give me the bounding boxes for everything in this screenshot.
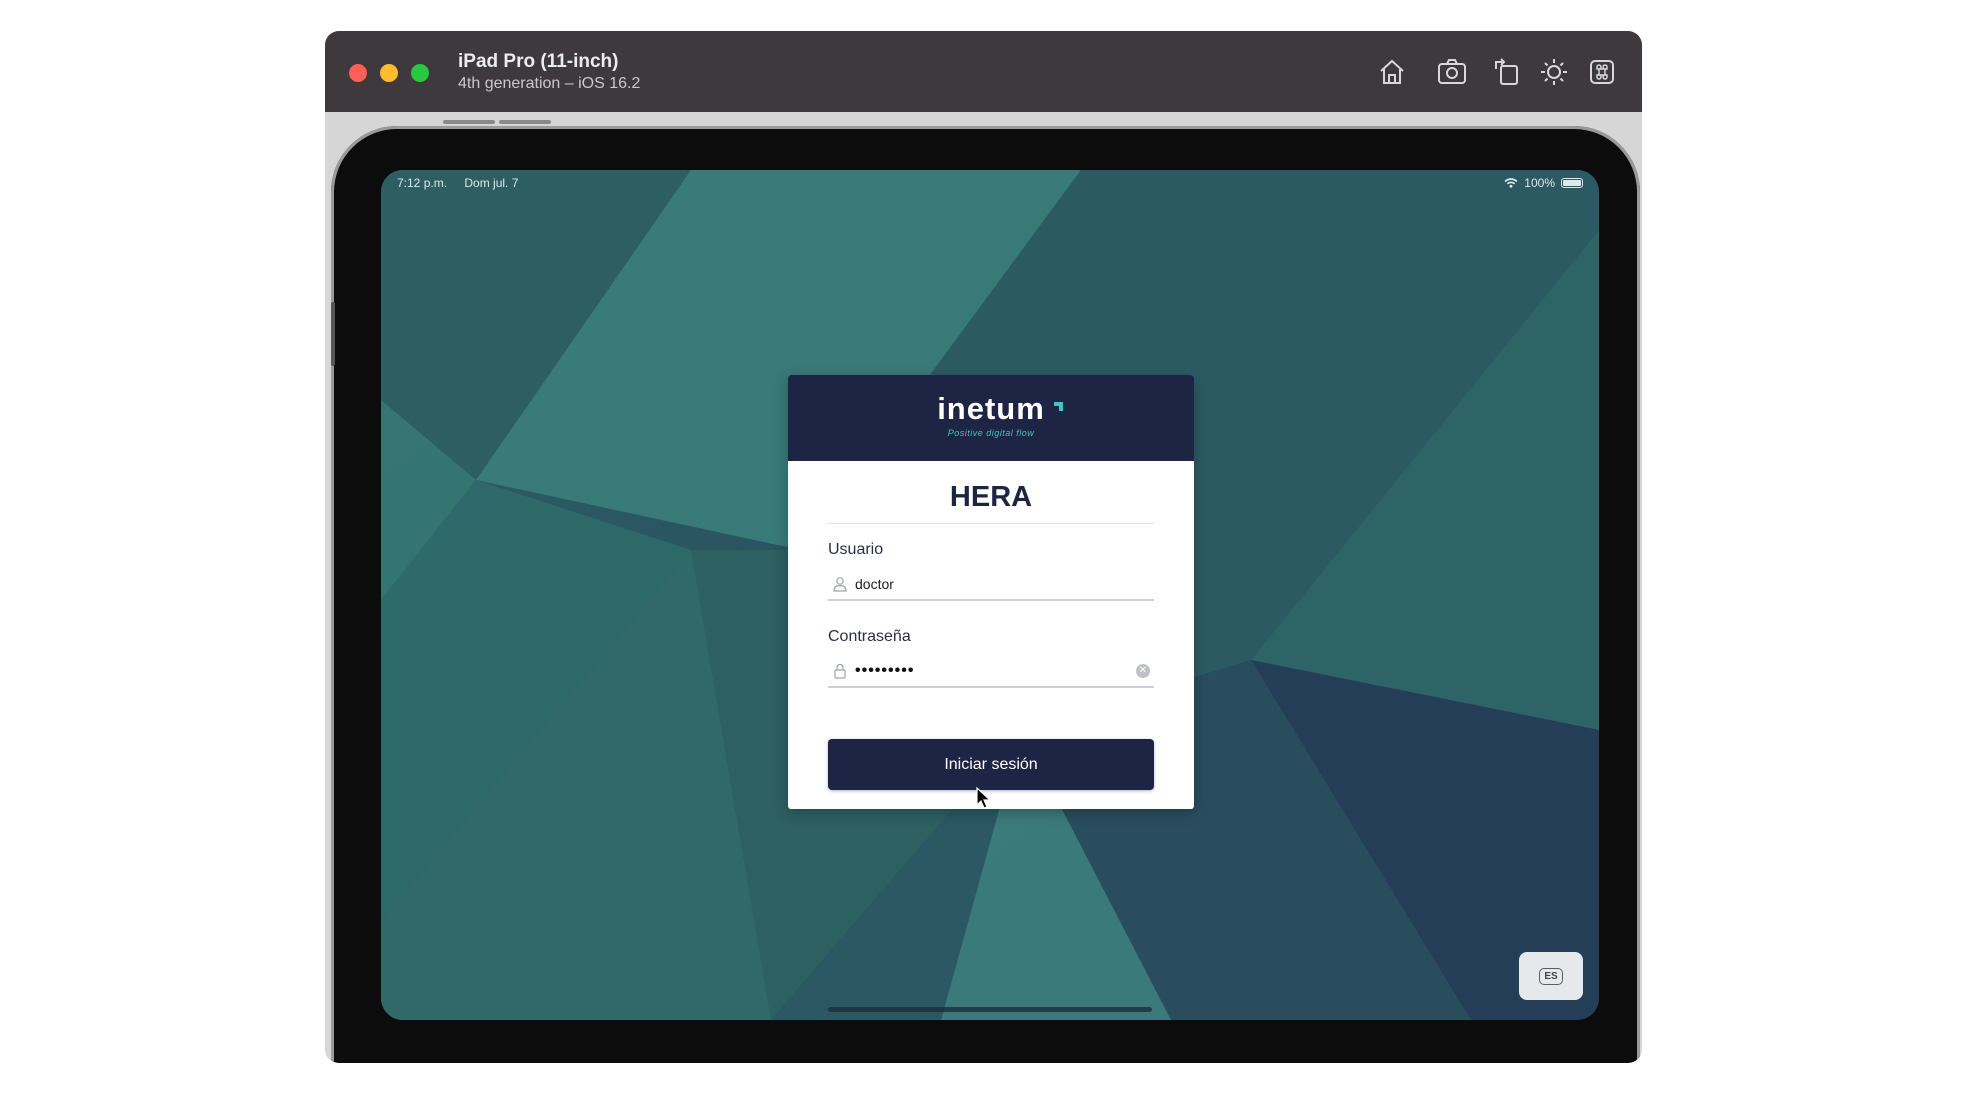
username-label: Usuario bbox=[828, 541, 884, 558]
battery-icon bbox=[1561, 178, 1583, 188]
login-header: inetum Positive digital flow bbox=[788, 375, 1194, 461]
login-card: inetum Positive digital flow HERA Usuari… bbox=[788, 375, 1194, 809]
maximize-window-button[interactable] bbox=[411, 64, 429, 82]
status-bar-left: 7:12 p.m. Dom jul. 7 bbox=[397, 176, 532, 190]
user-icon bbox=[833, 577, 847, 592]
battery-percent: 100% bbox=[1524, 176, 1555, 190]
password-input[interactable]: ••••••••• bbox=[855, 662, 1154, 680]
clear-text-icon[interactable]: ✕ bbox=[1136, 664, 1150, 678]
command-icon[interactable] bbox=[1585, 55, 1619, 89]
username-field: Usuario doctor bbox=[828, 541, 1154, 601]
ipad-bezel: 7:12 p.m. Dom jul. 7 100% inetum Positiv… bbox=[331, 126, 1640, 1063]
language-button[interactable]: ES bbox=[1519, 952, 1583, 1000]
rotate-icon[interactable] bbox=[1490, 55, 1524, 89]
side-button bbox=[331, 302, 335, 366]
username-input[interactable]: doctor bbox=[855, 576, 1154, 592]
device-name: iPad Pro (11-inch) bbox=[458, 51, 619, 72]
ipad-screen: 7:12 p.m. Dom jul. 7 100% inetum Positiv… bbox=[381, 170, 1599, 1020]
volume-button bbox=[443, 120, 495, 124]
brand-logo: inetum bbox=[937, 391, 1045, 426]
login-button[interactable]: Iniciar sesión bbox=[828, 739, 1154, 790]
password-input-row[interactable]: ••••••••• ✕ bbox=[828, 656, 1154, 688]
status-time: 7:12 p.m. bbox=[397, 176, 448, 190]
simulator-body: 7:12 p.m. Dom jul. 7 100% inetum Positiv… bbox=[325, 112, 1642, 1063]
logo-mark-icon bbox=[1054, 402, 1063, 411]
password-label: Contraseña bbox=[828, 628, 911, 645]
home-indicator[interactable] bbox=[828, 1007, 1152, 1012]
language-label: ES bbox=[1539, 967, 1563, 985]
wifi-icon bbox=[1504, 178, 1518, 188]
lock-icon bbox=[834, 663, 846, 679]
title-divider bbox=[828, 523, 1154, 524]
password-field: Contraseña ••••••••• ✕ bbox=[828, 628, 1154, 688]
device-os-version: 4th generation – iOS 16.2 bbox=[458, 75, 641, 92]
status-date: Dom jul. 7 bbox=[464, 176, 519, 190]
username-input-row[interactable]: doctor bbox=[828, 569, 1154, 601]
minimize-window-button[interactable] bbox=[380, 64, 398, 82]
volume-button bbox=[499, 120, 551, 124]
simulator-window: iPad Pro (11-inch) 4th generation – iOS … bbox=[325, 31, 1642, 1063]
title-bar: iPad Pro (11-inch) 4th generation – iOS … bbox=[325, 31, 1642, 112]
close-window-button[interactable] bbox=[349, 64, 367, 82]
home-icon[interactable] bbox=[1375, 55, 1409, 89]
brand-tagline: Positive digital flow bbox=[947, 428, 1035, 438]
app-title: HERA bbox=[949, 481, 1033, 513]
status-bar-right: 100% bbox=[1504, 176, 1583, 190]
screenshot-icon[interactable] bbox=[1435, 55, 1469, 89]
mouse-cursor-icon bbox=[976, 787, 992, 809]
brightness-icon[interactable] bbox=[1537, 55, 1571, 89]
